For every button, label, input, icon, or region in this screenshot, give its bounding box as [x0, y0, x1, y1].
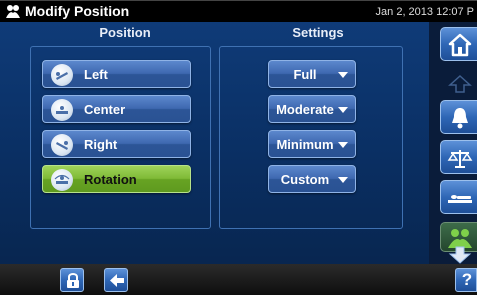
bed-center-icon	[51, 99, 73, 121]
back-button[interactable]	[104, 268, 128, 292]
chevron-down-icon	[338, 142, 348, 148]
settings-header: Settings	[292, 25, 344, 40]
datetime: Jan 2, 2013 12:07 P	[375, 6, 474, 18]
scroll-down-icon[interactable]	[448, 246, 472, 264]
help-icon: ?	[461, 270, 473, 289]
bell-icon	[452, 108, 468, 129]
right-label: Right	[84, 137, 118, 152]
left-label: Left	[84, 67, 108, 82]
scale-button[interactable]	[440, 140, 477, 174]
rotation-label: Rotation	[84, 172, 137, 187]
chevron-down-icon	[338, 107, 348, 113]
moderate-label: Moderate	[276, 102, 334, 117]
right-button[interactable]: Right	[42, 130, 191, 158]
title-bar: Modify Position Jan 2, 2013 12:07 P	[0, 0, 477, 22]
center-label: Center	[84, 102, 126, 117]
minimum-label: Minimum	[276, 137, 334, 152]
lock-icon	[67, 273, 79, 288]
patient-icon	[6, 5, 20, 18]
chevron-down-icon	[338, 177, 348, 183]
rotation-button[interactable]: Rotation	[42, 165, 191, 193]
bed-rotation-icon	[51, 169, 73, 191]
custom-label: Custom	[280, 172, 330, 187]
left-button[interactable]: Left	[42, 60, 191, 88]
chevron-down-icon	[338, 72, 348, 78]
scale-icon	[447, 150, 473, 168]
alarm-button[interactable]	[440, 100, 477, 134]
full-label: Full	[293, 67, 317, 82]
home-button[interactable]	[440, 27, 477, 61]
page-title: Modify Position	[25, 3, 130, 19]
bed-tilt-left-icon	[51, 64, 73, 86]
scroll-up-icon[interactable]	[448, 74, 472, 94]
bed-icon	[448, 195, 472, 203]
help-button[interactable]: ?	[455, 268, 477, 292]
custom-dropdown[interactable]: Custom	[268, 165, 356, 193]
back-arrow-icon	[110, 274, 124, 287]
minimum-dropdown[interactable]: Minimum	[268, 130, 356, 158]
full-dropdown[interactable]: Full	[268, 60, 356, 88]
center-button[interactable]: Center	[42, 95, 191, 123]
home-icon	[448, 33, 472, 57]
lock-button[interactable]	[60, 268, 84, 292]
screen: Modify Position Jan 2, 2013 12:07 P Posi…	[0, 0, 477, 295]
bed-tilt-right-icon	[51, 134, 73, 156]
bed-button[interactable]	[440, 180, 477, 214]
position-header: Position	[99, 25, 151, 40]
moderate-dropdown[interactable]: Moderate	[268, 95, 356, 123]
